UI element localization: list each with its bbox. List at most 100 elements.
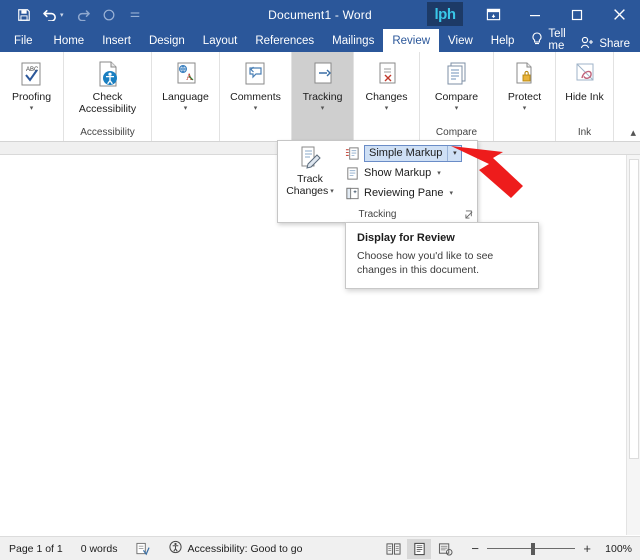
- compare-label: Compare: [434, 91, 479, 103]
- reviewing-pane-caret-icon[interactable]: ▾: [450, 189, 454, 197]
- hide-ink-icon: [569, 59, 601, 89]
- proofing-status-icon[interactable]: [126, 542, 159, 556]
- scrollbar-thumb[interactable]: [629, 159, 639, 459]
- compare-caret-icon[interactable]: ▾: [455, 104, 459, 113]
- zoom-level-label[interactable]: 100%: [599, 543, 632, 555]
- track-changes-caret-icon[interactable]: ▾: [330, 187, 334, 196]
- language-icon: A: [170, 59, 202, 89]
- ribbon-group-label-accessibility: Accessibility: [80, 127, 135, 138]
- accessibility-status[interactable]: Accessibility: Good to go: [159, 540, 311, 557]
- display-for-review-item[interactable]: Simple Markup ▾: [344, 144, 474, 162]
- comments-icon: [239, 59, 271, 89]
- close-button[interactable]: [598, 0, 640, 29]
- zoom-in-button[interactable]: +: [581, 541, 593, 556]
- changes-button[interactable]: Changes ▾: [358, 56, 414, 113]
- track-changes-line2: Changes: [286, 185, 329, 197]
- maximize-button[interactable]: [556, 0, 598, 29]
- word-count[interactable]: 0 words: [72, 543, 127, 555]
- tracking-group-label: Tracking: [358, 209, 397, 220]
- proofing-caret-icon[interactable]: ▾: [30, 104, 34, 113]
- vertical-scrollbar[interactable]: [626, 155, 640, 535]
- language-button[interactable]: A Language ▾: [155, 56, 216, 113]
- tracking-menu: Simple Markup ▾ Show Markup ▾ Reviewing …: [342, 141, 477, 207]
- ribbon-group-label-language: [180, 138, 192, 141]
- accessibility-label: Accessibility: Good to go: [187, 542, 303, 555]
- tab-review[interactable]: Review: [383, 29, 440, 52]
- proofing-button[interactable]: ABC Proofing ▾: [5, 56, 58, 113]
- compare-button[interactable]: Compare ▾: [428, 56, 485, 113]
- zoom-out-button[interactable]: −: [469, 541, 481, 556]
- accessibility-status-icon: [168, 540, 183, 557]
- compare-icon: [441, 59, 473, 89]
- ribbon-group-comments: Comments ▾: [220, 52, 292, 141]
- watermark-overlay: lph: [427, 2, 463, 26]
- tab-insert[interactable]: Insert: [93, 29, 140, 52]
- ribbon-group-label-protect: [519, 138, 531, 141]
- track-changes-icon: [294, 145, 326, 173]
- share-label: Share: [599, 38, 630, 50]
- web-layout-view-button[interactable]: [433, 539, 457, 559]
- zoom-slider[interactable]: [487, 542, 576, 555]
- tab-layout[interactable]: Layout: [194, 29, 247, 52]
- reviewing-pane-item[interactable]: Reviewing Pane ▾: [344, 184, 474, 202]
- customize-quick-access-icon[interactable]: [123, 4, 147, 26]
- protect-caret-icon[interactable]: ▾: [523, 104, 527, 113]
- tab-mailings[interactable]: Mailings: [323, 29, 383, 52]
- track-changes-line1: Track: [297, 173, 323, 185]
- svg-text:ABC: ABC: [26, 67, 39, 73]
- comments-caret-icon[interactable]: ▾: [254, 104, 258, 113]
- read-mode-view-button[interactable]: [381, 539, 405, 559]
- changes-caret-icon[interactable]: ▾: [385, 104, 389, 113]
- ribbon-group-label-ink: Ink: [577, 127, 592, 138]
- tracking-dialog-launcher-icon[interactable]: [465, 210, 474, 221]
- reviewing-pane-icon: [345, 186, 360, 201]
- tab-references[interactable]: References: [246, 29, 323, 52]
- spelling-grammar-icon: ABC: [15, 59, 47, 89]
- redo-icon[interactable]: [71, 4, 95, 26]
- language-caret-icon[interactable]: ▾: [184, 104, 188, 113]
- tell-me-box[interactable]: Tell me: [523, 28, 574, 52]
- undo-icon[interactable]: [38, 4, 62, 26]
- tab-help[interactable]: Help: [482, 29, 524, 52]
- comments-button[interactable]: Comments ▾: [223, 56, 288, 113]
- ribbon-group-protect: Protect ▾: [494, 52, 556, 141]
- changes-label: Changes: [365, 91, 408, 103]
- minimize-button[interactable]: [514, 0, 556, 29]
- hide-ink-button[interactable]: Hide Ink: [558, 56, 611, 103]
- show-markup-item[interactable]: Show Markup ▾: [344, 164, 474, 182]
- check-accessibility-label: Check Accessibility: [78, 91, 137, 115]
- comments-label: Comments: [230, 91, 281, 103]
- tab-design[interactable]: Design: [140, 29, 194, 52]
- page-indicator[interactable]: Page 1 of 1: [0, 543, 72, 555]
- tooltip-title: Display for Review: [357, 232, 455, 244]
- save-icon[interactable]: [12, 4, 36, 26]
- chevron-up-icon[interactable]: ▴: [630, 126, 636, 139]
- tab-home[interactable]: Home: [45, 29, 94, 52]
- simple-markup-dropdown-caret-icon[interactable]: ▾: [447, 145, 461, 161]
- zoom-slider-thumb[interactable]: [531, 542, 536, 555]
- repeat-icon[interactable]: [97, 4, 121, 26]
- show-markup-caret-icon[interactable]: ▾: [437, 169, 441, 177]
- share-button[interactable]: Share: [574, 36, 640, 52]
- tooltip-body: Choose how you'd like to see changes in …: [357, 250, 494, 276]
- simple-markup-split-button[interactable]: Simple Markup ▾: [364, 144, 463, 162]
- undo-dropdown-caret-icon[interactable]: ▾: [60, 11, 69, 19]
- print-layout-view-button[interactable]: [407, 538, 432, 559]
- ribbon-display-options-icon[interactable]: [472, 0, 514, 29]
- ribbon-group-proofing: ABC Proofing ▾: [0, 52, 64, 141]
- protect-button[interactable]: Protect ▾: [501, 56, 548, 113]
- tab-file[interactable]: File: [0, 29, 45, 52]
- ribbon-group-tracking[interactable]: Tracking ▾: [292, 52, 354, 141]
- ribbon-group-ink: Hide Ink Ink: [556, 52, 614, 141]
- tracking-button[interactable]: Tracking ▾: [296, 56, 350, 113]
- display-for-review-tooltip: Display for Review Choose how you'd like…: [345, 222, 539, 289]
- tracking-caret-icon[interactable]: ▾: [321, 104, 325, 113]
- status-bar-right: − + 100%: [381, 538, 640, 559]
- track-changes-button[interactable]: Track Changes ▾: [278, 141, 342, 207]
- check-accessibility-button[interactable]: Check Accessibility: [70, 56, 146, 115]
- tracking-dropdown-panel: Track Changes ▾ Simple Markup ▾ Show Mar…: [277, 140, 478, 223]
- ribbon: ABC Proofing ▾ Check Accessibility Acces…: [0, 52, 640, 142]
- tab-view[interactable]: View: [439, 29, 482, 52]
- title-bar: ▾ Document1 - Word lph: [0, 0, 640, 29]
- proofing-label: Proofing: [11, 91, 52, 103]
